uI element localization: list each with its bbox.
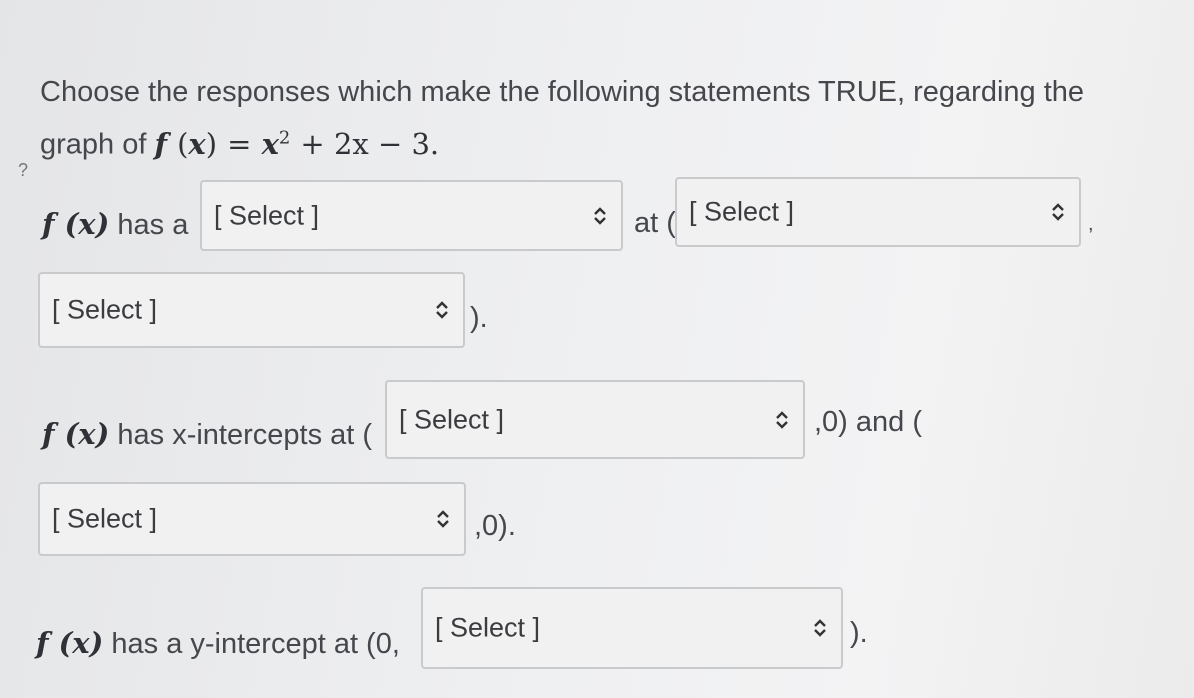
instructions-prefix: graph of: [40, 128, 147, 161]
q2-select-2[interactable]: [ Select ]: [38, 482, 466, 556]
q2-select-1-label: [ Select ]: [399, 404, 505, 434]
q3-prefix: has a y-intercept at (0,: [111, 628, 400, 660]
q3-end: ).: [850, 617, 868, 649]
up-down-chevron-icon: [814, 619, 826, 637]
q2-lead: f (x) has x-intercepts at (: [42, 416, 372, 453]
up-down-chevron-icon: [776, 410, 788, 429]
q1-select-2[interactable]: [ Select ]: [675, 177, 1081, 247]
up-down-chevron-icon: [436, 301, 448, 319]
q1-function: f (x): [42, 207, 110, 241]
up-down-chevron-icon: [594, 206, 606, 225]
q1-lead: f (x) has a: [42, 206, 188, 243]
q1-tail: ,: [1088, 213, 1094, 235]
q1-prefix: has a: [117, 209, 189, 241]
instructions-line-2: graph of f (x) = x2 + 2x − 3.: [40, 120, 439, 163]
function-expression: f (x) = x2 + 2x − 3.: [154, 126, 440, 161]
instructions-line-1: Choose the responses which make the foll…: [40, 76, 1085, 108]
q2-mid: ,0) and (: [814, 406, 922, 438]
q2-prefix: has x-intercepts at (: [117, 419, 373, 451]
q2-select-2-label: [ Select ]: [52, 503, 158, 534]
q3-function: f (x): [36, 626, 104, 660]
q3-lead: f (x) has a y-intercept at (0,: [36, 625, 400, 662]
q2-function: f (x): [42, 417, 110, 451]
q2-select-1[interactable]: [ Select ]: [385, 380, 805, 459]
q1-select-1[interactable]: [ Select ]: [200, 180, 623, 251]
quiz-page: ? Choose the responses which make the fo…: [0, 0, 1194, 698]
up-down-chevron-icon: [1052, 203, 1064, 221]
q1-select-3[interactable]: [ Select ]: [38, 272, 465, 348]
q3-select-1[interactable]: [ Select ]: [421, 587, 843, 669]
q3-select-1-label: [ Select ]: [435, 612, 541, 643]
margin-mark: ?: [18, 160, 29, 180]
q1-end: ).: [470, 302, 488, 334]
up-down-chevron-icon: [437, 510, 449, 528]
q2-end: ,0).: [474, 510, 516, 542]
q1-select-3-label: [ Select ]: [52, 294, 158, 325]
q1-mid: at (: [634, 207, 676, 239]
q1-select-1-label: [ Select ]: [214, 200, 320, 230]
q1-select-2-label: [ Select ]: [689, 196, 795, 227]
